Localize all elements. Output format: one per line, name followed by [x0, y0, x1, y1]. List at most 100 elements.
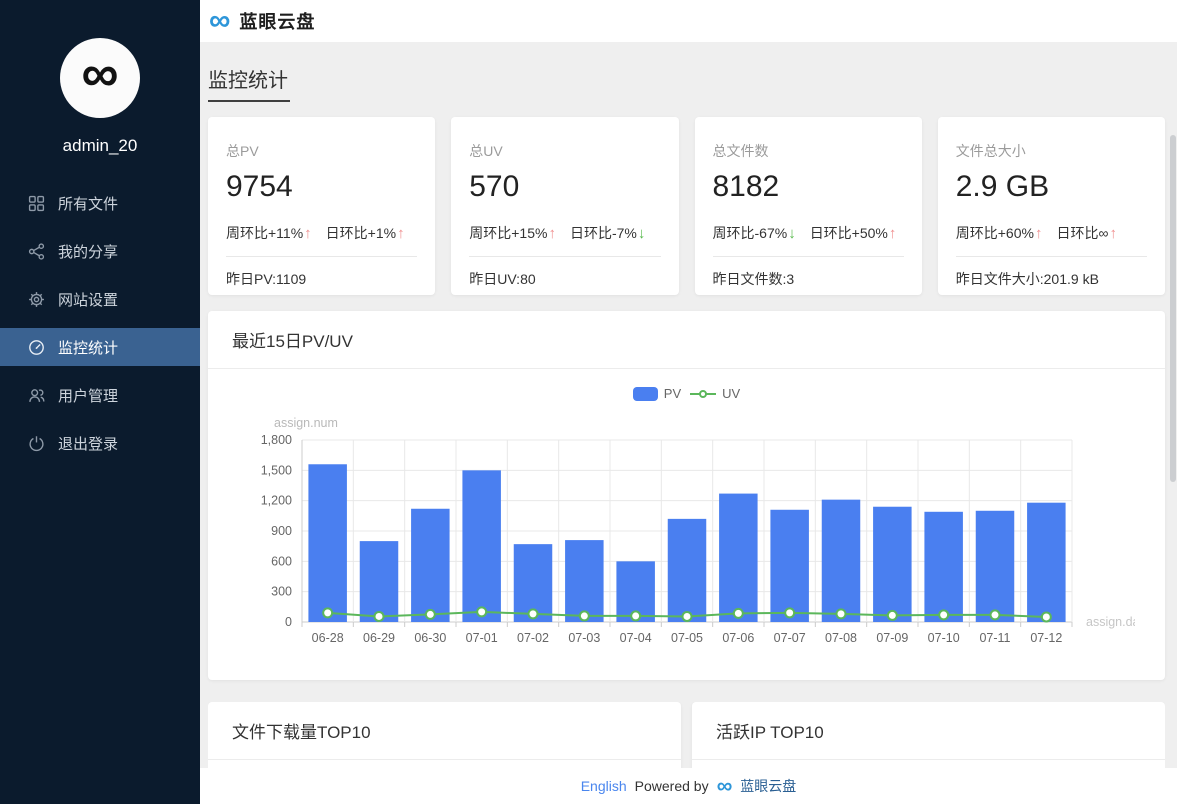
top-bar: ∞ 蓝眼云盘	[200, 0, 1177, 42]
sidebar-item-logout[interactable]: 退出登录	[0, 424, 200, 462]
sidebar-item-site-settings[interactable]: 网站设置	[0, 280, 200, 318]
week-trend: 周环比+60%	[956, 223, 1043, 243]
sidebar-item-label: 监控统计	[58, 337, 118, 358]
chart-card-title: 最近15日PV/UV	[208, 311, 1165, 369]
svg-text:1,500: 1,500	[261, 463, 292, 477]
pvuv-chart: 03006009001,2001,5001,80006-2806-2906-30…	[230, 405, 1135, 653]
footer: English Powered by ∞ 蓝眼云盘	[200, 768, 1177, 804]
pv-legend-swatch-icon	[633, 387, 658, 401]
sidebar-item-label: 所有文件	[58, 193, 118, 214]
stat-value: 570	[469, 170, 660, 204]
svg-text:07-06: 07-06	[722, 631, 754, 645]
active-ip-top10-title: 活跃IP TOP10	[692, 702, 1165, 760]
trend-arrow-icon	[304, 225, 312, 242]
svg-text:1,200: 1,200	[261, 494, 292, 508]
day-trend: 日环比∞	[1056, 223, 1116, 243]
top10-cards-row: 文件下载量TOP10 活跃IP TOP10	[208, 702, 1165, 768]
download-top10-title: 文件下载量TOP10	[208, 702, 681, 760]
svg-text:07-08: 07-08	[825, 631, 857, 645]
trend-arrow-icon	[788, 225, 796, 242]
powered-by-text: Powered by	[635, 778, 709, 794]
chart-legend: PV UV	[208, 386, 1165, 401]
stat-label: 总PV	[226, 141, 417, 161]
sidebar-item-all-files[interactable]: 所有文件	[0, 184, 200, 222]
stat-footer: 昨日PV:1109	[226, 269, 417, 289]
day-trend: 日环比+1%	[326, 223, 405, 243]
svg-text:06-29: 06-29	[363, 631, 395, 645]
avatar: ∞	[60, 38, 140, 118]
stat-value: 8182	[713, 170, 904, 204]
footer-logo-icon: ∞	[717, 779, 733, 792]
svg-text:07-03: 07-03	[568, 631, 600, 645]
svg-text:07-07: 07-07	[774, 631, 806, 645]
stat-card-uv: 总UV 570 周环比+15% 日环比-7% 昨日UV:80	[451, 117, 678, 295]
main-area: ∞ 蓝眼云盘 监控统计 总PV 9754 周环比+11% 日环比+1% 昨日PV…	[200, 0, 1177, 804]
svg-text:07-04: 07-04	[620, 631, 652, 645]
stat-label: 总UV	[469, 141, 660, 161]
brand-logo-icon[interactable]: ∞	[209, 9, 230, 33]
language-link[interactable]: English	[581, 778, 627, 794]
trend-arrow-icon	[1109, 225, 1117, 242]
trend-arrow-icon	[397, 225, 405, 242]
week-trend: 周环比+11%	[226, 223, 312, 243]
svg-text:07-11: 07-11	[979, 631, 1010, 645]
svg-text:assign.num: assign.num	[274, 416, 338, 430]
stat-card-pv: 总PV 9754 周环比+11% 日环比+1% 昨日PV:1109	[208, 117, 435, 295]
legend-item-pv[interactable]: PV	[633, 386, 681, 401]
app-window: ∞ admin_20 所有文件 我的分享	[0, 0, 1177, 804]
stat-footer: 昨日文件数:3	[713, 269, 904, 289]
trend-arrow-icon	[1035, 225, 1043, 242]
week-trend: 周环比-67%	[713, 223, 796, 243]
day-trend: 日环比+50%	[810, 223, 897, 243]
stat-footer: 昨日UV:80	[469, 269, 660, 289]
stat-value: 2.9 GB	[956, 170, 1147, 204]
stat-cards-row: 总PV 9754 周环比+11% 日环比+1% 昨日PV:1109 总UV 57…	[208, 117, 1165, 295]
svg-text:06-30: 06-30	[414, 631, 446, 645]
stat-footer: 昨日文件大小:201.9 kB	[956, 269, 1147, 289]
svg-text:900: 900	[271, 524, 292, 538]
share-icon	[28, 243, 45, 260]
brand-title[interactable]: 蓝眼云盘	[239, 8, 315, 34]
sidebar-item-label: 我的分享	[58, 241, 118, 262]
uv-legend-line-icon	[690, 393, 716, 395]
svg-text:assign.date: assign.date	[1086, 615, 1135, 629]
svg-text:300: 300	[271, 585, 292, 599]
legend-item-uv[interactable]: UV	[690, 386, 740, 401]
svg-text:07-02: 07-02	[517, 631, 549, 645]
grid-icon	[28, 195, 45, 212]
svg-text:06-28: 06-28	[312, 631, 344, 645]
svg-text:07-09: 07-09	[876, 631, 908, 645]
footer-brand-link[interactable]: 蓝眼云盘	[740, 776, 796, 796]
day-trend: 日环比-7%	[570, 223, 645, 243]
trend-arrow-icon	[548, 225, 556, 242]
sidebar-nav: 所有文件 我的分享	[0, 184, 200, 472]
svg-text:0: 0	[285, 615, 292, 629]
download-top10-card: 文件下载量TOP10	[208, 702, 681, 768]
sidebar-item-monitor-stats[interactable]: 监控统计	[0, 328, 200, 366]
avatar-logo-icon: ∞	[81, 48, 118, 100]
stat-label: 总文件数	[713, 141, 904, 161]
week-trend: 周环比+15%	[469, 223, 556, 243]
pvuv-chart-card: 最近15日PV/UV PV UV 03006009001,2001,5001,8…	[208, 311, 1165, 680]
active-ip-top10-card: 活跃IP TOP10	[692, 702, 1165, 768]
trend-arrow-icon	[889, 225, 897, 242]
legend-label: UV	[722, 386, 740, 401]
sidebar-item-user-management[interactable]: 用户管理	[0, 376, 200, 414]
content: 监控统计 总PV 9754 周环比+11% 日环比+1% 昨日PV:1109 总…	[200, 42, 1177, 768]
sidebar-item-label: 退出登录	[58, 433, 118, 454]
page-title: 监控统计	[208, 64, 290, 102]
stat-card-total-size: 文件总大小 2.9 GB 周环比+60% 日环比∞ 昨日文件大小:201.9 k…	[938, 117, 1165, 295]
legend-label: PV	[664, 386, 681, 401]
gauge-icon	[28, 339, 45, 356]
trend-arrow-icon	[638, 225, 646, 242]
sidebar: ∞ admin_20 所有文件 我的分享	[0, 0, 200, 804]
stat-label: 文件总大小	[956, 141, 1147, 161]
svg-text:07-12: 07-12	[1030, 631, 1062, 645]
power-icon	[28, 435, 45, 452]
users-icon	[28, 387, 45, 404]
sidebar-item-label: 用户管理	[58, 385, 118, 406]
svg-text:600: 600	[271, 554, 292, 568]
sidebar-item-my-shares[interactable]: 我的分享	[0, 232, 200, 270]
scrollbar-thumb[interactable]	[1170, 135, 1176, 482]
stat-value: 9754	[226, 170, 417, 204]
